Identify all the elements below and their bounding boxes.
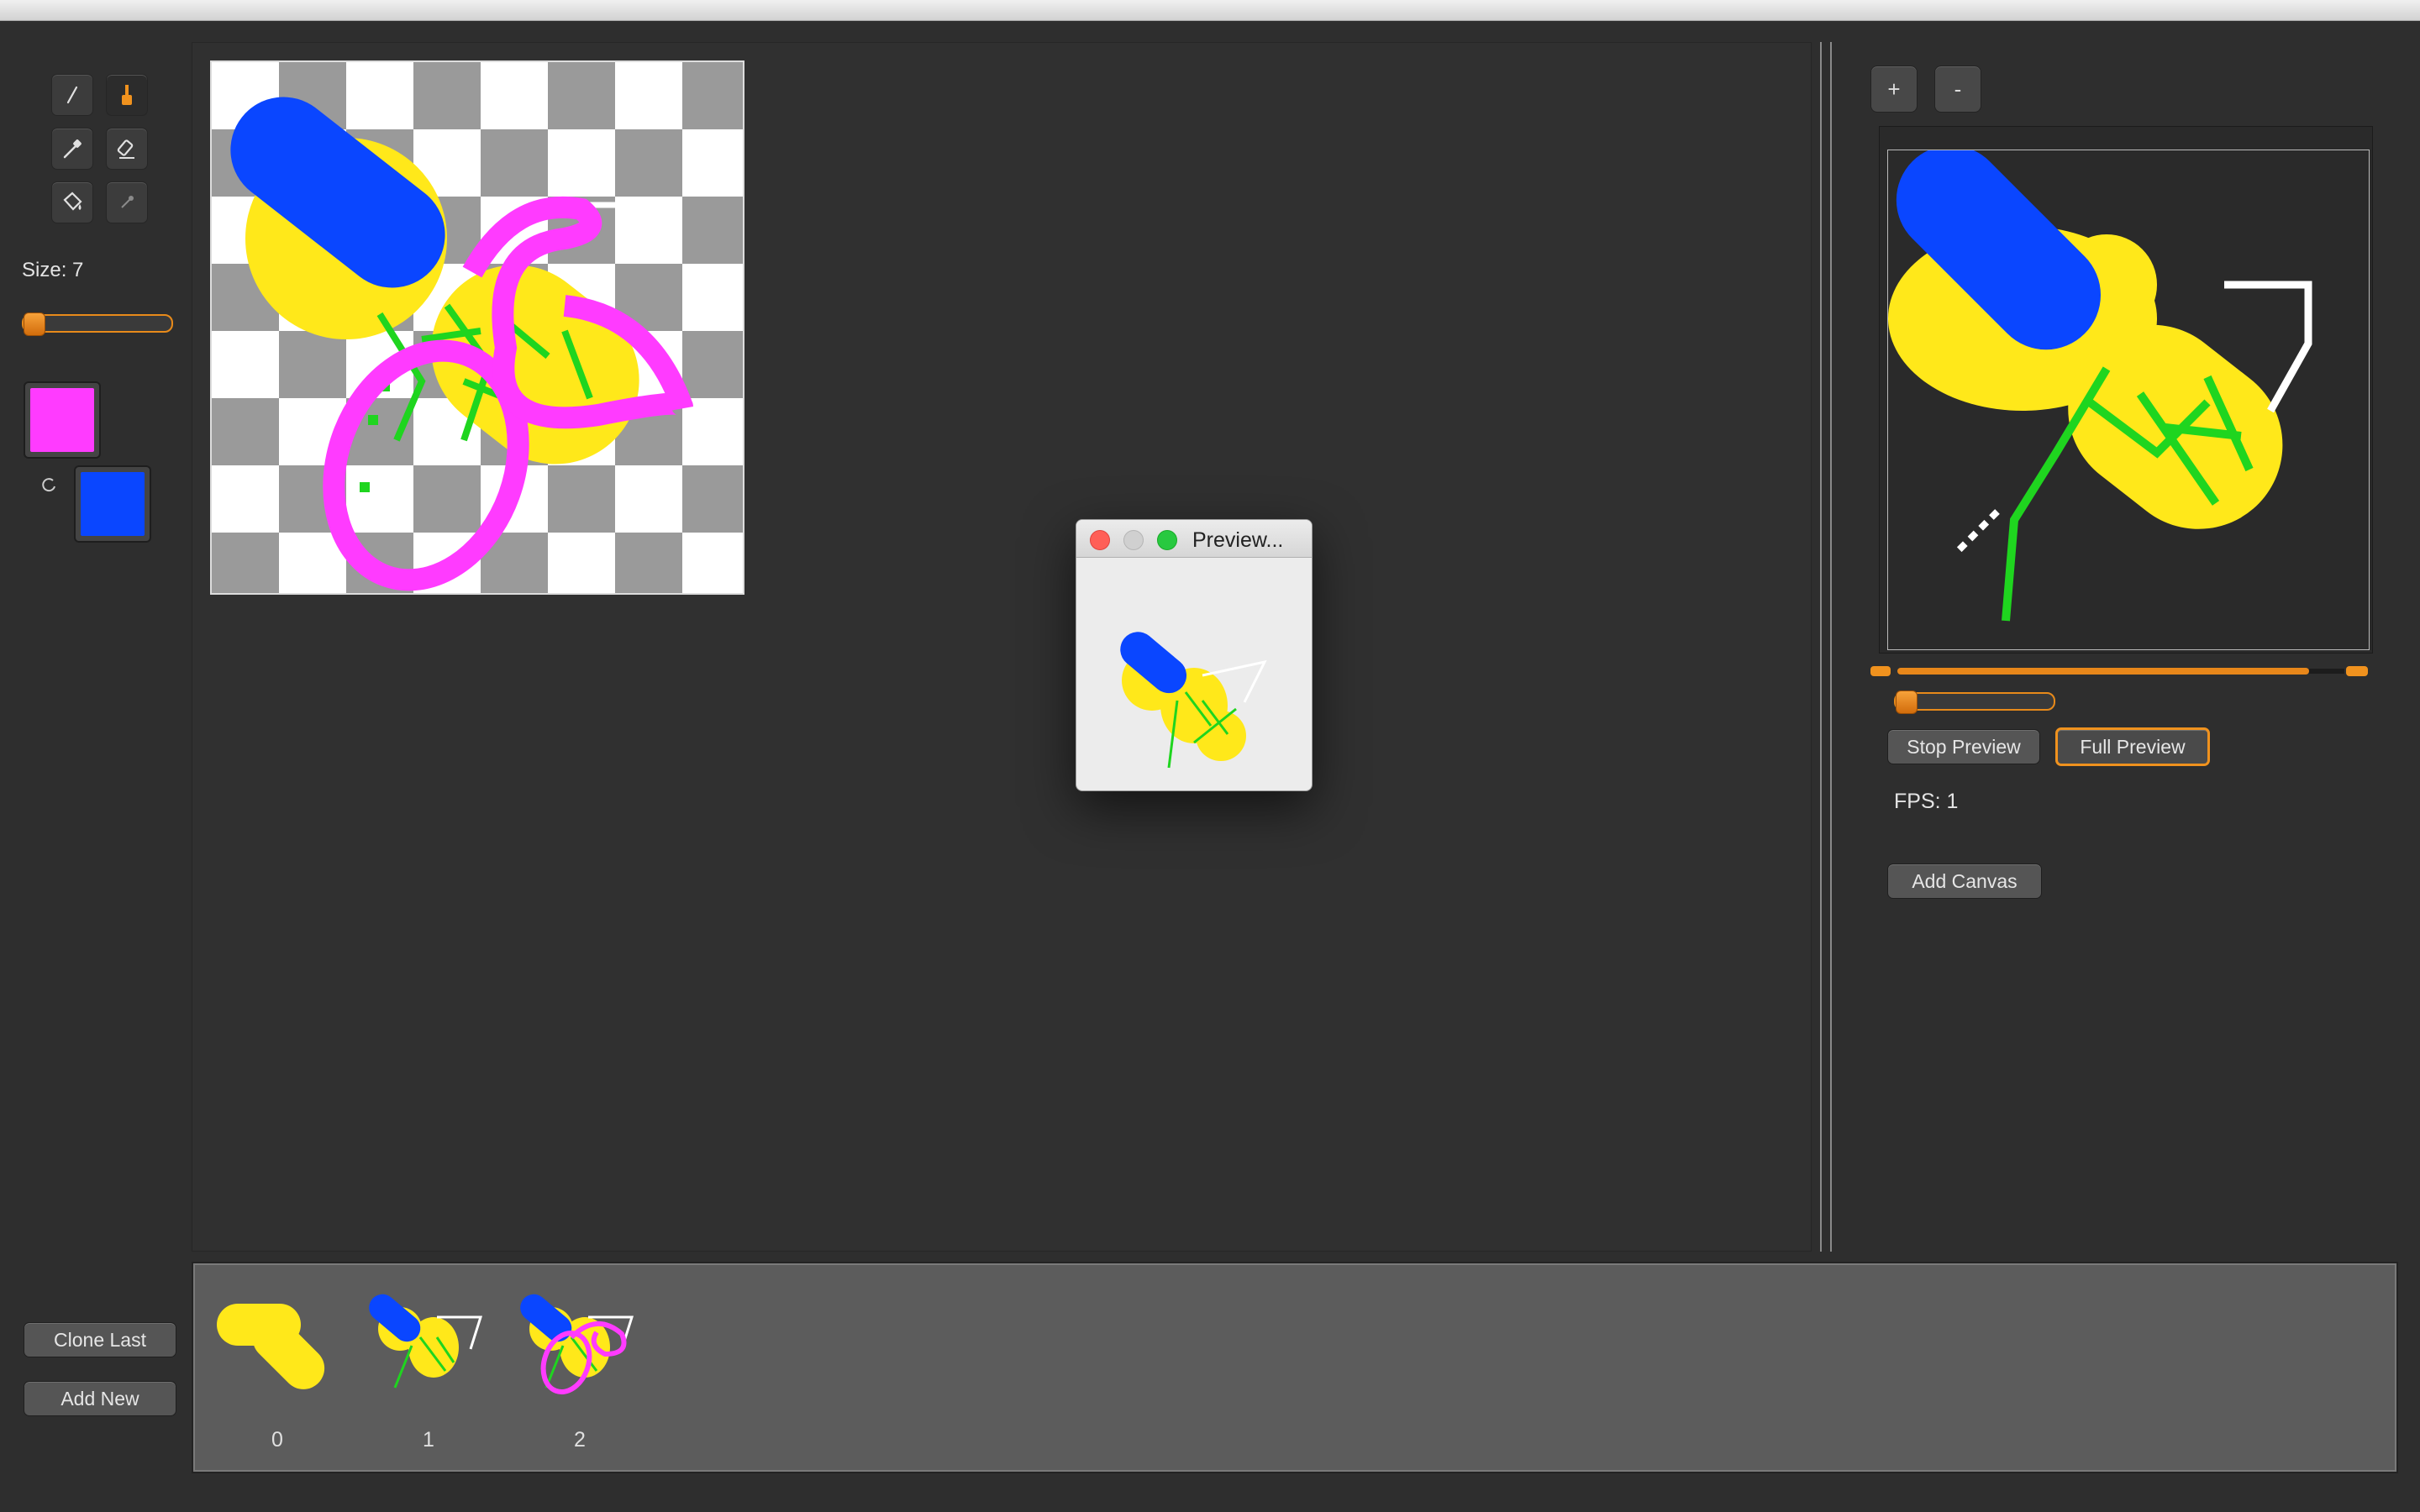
timeline-track-remainder [2309,669,2344,674]
frame-index-label: 0 [271,1428,283,1452]
zoom-out-button[interactable]: - [1934,66,1981,113]
frame-thumbnail[interactable]: 0 [210,1278,345,1452]
eraser-icon [117,139,134,159]
fps-slider-knob[interactable] [1896,690,1918,714]
paint-bucket-icon [63,192,82,211]
paint-bucket-tool-button[interactable] [51,181,93,223]
brush-size-slider-knob[interactable] [24,312,45,336]
fps-label: FPS: 1 [1894,790,1959,813]
full-preview-button[interactable]: Full Preview [2055,727,2210,766]
preview-window-titlebar[interactable]: Preview... [1076,520,1312,558]
timeline-range-bar[interactable] [1897,668,2309,675]
frame-1-image [369,1294,483,1389]
timeline-end-handle[interactable] [2346,666,2368,676]
frame-thumbnail[interactable]: 1 [361,1278,496,1452]
eyedropper-icon [63,139,82,159]
preview-window[interactable]: Preview... [1076,519,1313,791]
close-window-button[interactable] [1090,530,1110,550]
preview-window-title: Preview... [1192,528,1284,552]
minimize-window-button[interactable] [1123,530,1144,550]
zoom-in-button[interactable]: + [1870,66,1918,113]
eraser-tool-button[interactable] [106,128,148,170]
brush-tool-button[interactable] [106,74,148,116]
swap-colors-icon[interactable] [40,475,59,494]
add-canvas-button[interactable]: Add Canvas [1887,864,2042,899]
magic-wand-tool-button[interactable] [106,181,148,223]
frame-0-image [217,1304,325,1389]
drawing-canvas[interactable] [210,60,744,595]
pencil-tool-button[interactable] [51,74,93,116]
animation-preview-image [1888,150,2369,649]
frame-index-label: 2 [574,1428,586,1452]
brush-icon [122,85,132,105]
frame-2-image [520,1294,634,1394]
fps-slider[interactable] [1894,692,2055,711]
frame-index-label: 1 [423,1428,434,1452]
panel-splitter[interactable] [1820,42,1832,1252]
add-new-button[interactable]: Add New [24,1381,176,1416]
pencil-icon [66,86,78,104]
timeline-start-handle[interactable] [1870,666,1891,676]
primary-color-fill [30,388,94,452]
animation-preview-canvas [1887,150,2370,650]
window-title-bar [0,0,2420,21]
stop-preview-button[interactable]: Stop Preview [1887,729,2040,764]
clone-last-button[interactable]: Clone Last [24,1322,176,1357]
zoom-window-button[interactable] [1157,530,1177,550]
frames-strip: 0 1 2 [192,1262,2398,1473]
frame-thumbnail[interactable]: 2 [513,1278,647,1452]
magic-wand-icon [121,196,134,208]
secondary-color-fill [81,472,145,536]
brush-size-label: Size: 7 [22,259,84,281]
preview-timeline[interactable] [1870,666,2368,676]
eyedropper-tool-button[interactable] [51,128,93,170]
preview-window-image [1120,632,1267,769]
secondary-color-swatch[interactable] [74,465,151,543]
canvas-artwork [212,62,743,593]
primary-color-swatch[interactable] [24,381,101,459]
